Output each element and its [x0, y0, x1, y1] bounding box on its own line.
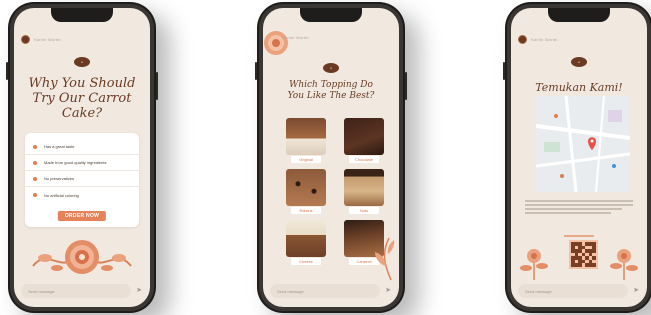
message-input[interactable]: Send message [21, 284, 131, 298]
paper-plane-icon[interactable]: ➤ [135, 287, 143, 295]
leaf-ornament-icon [375, 237, 395, 281]
screen-why-carrot-cake: Kantin Wortel ● Why You Should Try Our C… [14, 8, 150, 307]
phone-frame-2: Kantin Wortel ● Which Topping Do You Lik… [255, 2, 407, 313]
topping-grid: Original Chocolate Raisins Nuts Cheese C… [286, 118, 384, 265]
header-name: Kantin Wortel [531, 37, 558, 42]
reasons-card: Has a great taste Made from good quality… [25, 133, 139, 227]
avatar[interactable] [21, 35, 30, 44]
message-composer: Send message ➤ [518, 284, 640, 298]
chat-header: Kantin Wortel [282, 35, 309, 40]
page-title: Which Topping Do You Like The Best? [287, 80, 375, 101]
location-map[interactable] [536, 96, 630, 192]
map-icon [536, 96, 630, 192]
qr-code[interactable] [569, 240, 598, 269]
topping-option[interactable]: Cheese [286, 220, 326, 265]
order-now-button[interactable]: ORDER NOW [57, 211, 107, 221]
cake-image [286, 220, 326, 257]
message-input[interactable]: Send message [518, 284, 628, 298]
screen-topping-choice: Kantin Wortel ● Which Topping Do You Lik… [263, 8, 399, 307]
topping-option[interactable]: Raisins [286, 169, 326, 214]
brand-logo: ● [74, 57, 90, 67]
cake-image [286, 118, 326, 155]
header-name: Kantin Wortel [34, 37, 61, 42]
list-item: No artificial coloring [25, 187, 139, 203]
cake-image [344, 118, 384, 155]
brand-logo: ● [571, 57, 587, 67]
brand-logo: ● [323, 63, 339, 73]
screen-find-us: Kantin Wortel ● Temukan Kami! Send messa… [511, 8, 647, 307]
notch [300, 8, 362, 22]
cake-image [344, 169, 384, 206]
avatar[interactable] [518, 35, 527, 44]
bullet-icon [33, 160, 37, 165]
list-item: Made from good quality ingredients [25, 155, 139, 171]
notch [548, 8, 610, 22]
cake-image [286, 169, 326, 206]
address-text-placeholder [525, 198, 633, 216]
flower-pot-right-icon [610, 249, 638, 280]
page-title: Why You Should Try Our Carrot Cake? [28, 76, 136, 121]
list-item: Has a great taste [25, 139, 139, 155]
notch [51, 8, 113, 22]
paper-plane-icon[interactable]: ➤ [632, 287, 640, 295]
header-name: Kantin Wortel [282, 35, 309, 40]
topping-option[interactable]: Original [286, 118, 326, 163]
message-composer: Send message ➤ [21, 284, 143, 298]
bullet-icon [33, 176, 37, 181]
list-item: No preservatives [25, 171, 139, 187]
flower-corner-icon [264, 31, 288, 55]
message-input[interactable]: Send message [270, 284, 380, 298]
message-composer: Send message ➤ [270, 284, 392, 298]
flower-ornament-icon [32, 240, 132, 274]
phone-frame-3: Kantin Wortel ● Temukan Kami! Send messa… [503, 2, 651, 313]
page-title: Temukan Kami! [535, 81, 623, 94]
qr-caption-placeholder [511, 235, 647, 237]
chat-header: Kantin Wortel [21, 35, 61, 44]
bullet-icon [33, 144, 37, 149]
flower-pot-left-icon [520, 249, 548, 280]
phone-frame-1: Kantin Wortel ● Why You Should Try Our C… [6, 2, 158, 313]
bullet-icon [33, 193, 37, 197]
chat-header: Kantin Wortel [518, 35, 558, 44]
topping-option[interactable]: Nuts [344, 169, 384, 214]
topping-option[interactable]: Chocolate [344, 118, 384, 163]
paper-plane-icon[interactable]: ➤ [384, 287, 392, 295]
